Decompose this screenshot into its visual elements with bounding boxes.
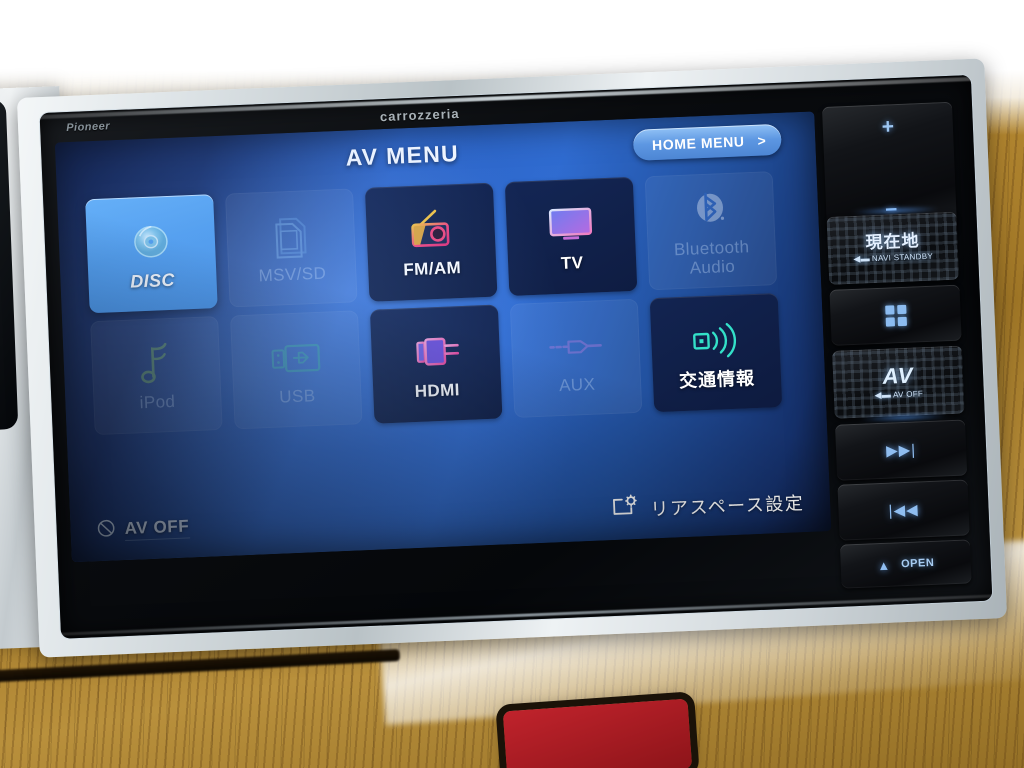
chevron-right-icon: > bbox=[757, 131, 767, 149]
current-location-label: 現在地 bbox=[865, 231, 920, 253]
arrow-left-icon: ◀▬ bbox=[853, 253, 871, 264]
music-note-icon bbox=[136, 338, 176, 390]
sd-card-icon bbox=[270, 211, 312, 263]
tile-bluetooth-audio[interactable]: Bluetooth Audio bbox=[644, 171, 778, 291]
source-tile-grid: DISC MSV/SD FM/AM TV Bluetooth Audio iPo… bbox=[85, 171, 783, 436]
tile-tv[interactable]: TV bbox=[504, 176, 638, 297]
eject-row: ▲ OPEN bbox=[876, 555, 935, 573]
tile-label: FM/AM bbox=[403, 258, 462, 280]
current-location-button[interactable]: 現在地 ◀▬ NAVI STANDBY bbox=[826, 211, 960, 285]
track-prev-button[interactable]: |◀◀ bbox=[837, 479, 970, 541]
av-label: AV bbox=[882, 362, 914, 389]
arrow-left-icon: ◀▬ bbox=[874, 388, 892, 400]
disc-icon bbox=[127, 216, 175, 268]
bluetooth-icon bbox=[688, 184, 732, 236]
tile-label: iPod bbox=[139, 392, 176, 413]
pioneer-logo: Pioneer bbox=[65, 120, 111, 135]
tile-label: TV bbox=[560, 253, 584, 274]
home-menu-button[interactable]: HOME MENU > bbox=[632, 123, 782, 161]
four-squares-icon bbox=[884, 304, 907, 327]
track-prev-icon: |◀◀ bbox=[888, 501, 919, 520]
eject-open-button[interactable]: ▲ OPEN bbox=[839, 539, 972, 589]
tile-label: MSV/SD bbox=[258, 264, 327, 286]
av-off-button[interactable]: AV OFF bbox=[96, 515, 190, 543]
rear-space-label: リアスペース設定 bbox=[650, 492, 805, 519]
menu-grid-button[interactable] bbox=[829, 284, 962, 346]
aux-jack-icon bbox=[547, 321, 605, 373]
tile-label: Bluetooth Audio bbox=[673, 237, 750, 278]
navi-standby-sublabel: ◀▬ NAVI STANDBY bbox=[853, 251, 933, 265]
hard-button-column: + − 現在地 ◀▬ NAVI STANDBY AV bbox=[821, 101, 980, 589]
broadcast-icon bbox=[687, 314, 743, 366]
track-next-icon: ▶▶| bbox=[885, 441, 917, 460]
tv-icon bbox=[544, 199, 598, 251]
hdmi-plug-icon bbox=[409, 327, 463, 379]
dashboard-scene: Pioneer carrozzeria AV MENU HOME MENU > bbox=[0, 0, 1024, 768]
tile-usb[interactable]: USB bbox=[230, 310, 363, 430]
tile-msv-sd[interactable]: MSV/SD bbox=[225, 188, 358, 308]
av-off-label: AV OFF bbox=[124, 516, 190, 542]
tile-label: AUX bbox=[558, 375, 596, 396]
navi-standby-text: NAVI STANDBY bbox=[871, 251, 934, 264]
tile-fm-am[interactable]: FM/AM bbox=[364, 182, 498, 302]
tile-label: DISC bbox=[129, 269, 176, 292]
circle-slash-icon bbox=[96, 518, 116, 543]
head-unit: Pioneer carrozzeria AV MENU HOME MENU > bbox=[16, 58, 1008, 658]
radio-icon bbox=[405, 205, 457, 257]
head-unit-face: Pioneer carrozzeria AV MENU HOME MENU > bbox=[39, 74, 993, 639]
open-label: OPEN bbox=[900, 556, 935, 571]
av-off-text: AV OFF bbox=[892, 388, 924, 399]
lcd-screen[interactable]: AV MENU HOME MENU > DISC MSV/SD FM/AM TV… bbox=[54, 111, 832, 563]
tile-disc[interactable]: DISC bbox=[85, 194, 218, 314]
tile-label: USB bbox=[278, 386, 316, 408]
home-menu-label: HOME MENU bbox=[651, 132, 745, 153]
rear-space-setting-button[interactable]: リアスペース設定 bbox=[612, 487, 805, 524]
red-hazard-button[interactable] bbox=[502, 698, 693, 768]
eject-icon: ▲ bbox=[876, 557, 892, 573]
av-button[interactable]: AV ◀▬ AV OFF bbox=[831, 345, 965, 419]
tile-label: 交通情報 bbox=[678, 367, 756, 392]
tile-traffic-info[interactable]: 交通情報 bbox=[649, 293, 783, 413]
usb-icon bbox=[269, 332, 323, 384]
page-title: AV MENU bbox=[345, 140, 460, 171]
carrozzeria-logo: carrozzeria bbox=[379, 105, 460, 125]
tile-aux[interactable]: AUX bbox=[509, 298, 643, 418]
av-off-sublabel: ◀▬ AV OFF bbox=[874, 388, 923, 401]
tile-label: HDMI bbox=[414, 380, 461, 402]
screen-gear-icon bbox=[612, 494, 640, 524]
track-next-button[interactable]: ▶▶| bbox=[835, 419, 968, 481]
tile-hdmi[interactable]: HDMI bbox=[369, 304, 503, 424]
volume-plus-label: + bbox=[881, 115, 895, 139]
tile-ipod[interactable]: iPod bbox=[90, 316, 223, 436]
